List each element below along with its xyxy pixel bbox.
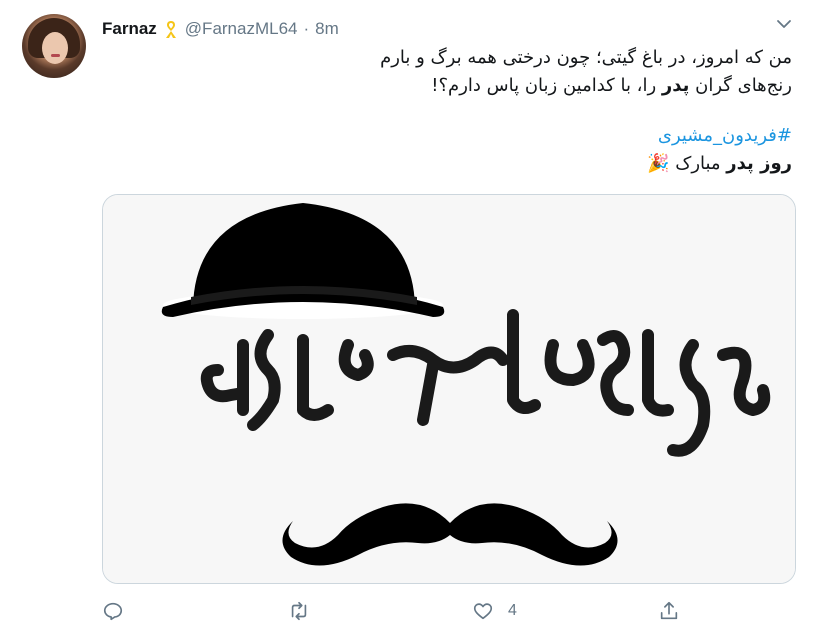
tweet-image[interactable]	[102, 194, 796, 584]
retweet-icon	[291, 601, 307, 621]
tweet[interactable]: Farnaz @FarnazML64 · 8m من که امروز، در …	[0, 0, 816, 639]
share-icon	[660, 601, 678, 620]
hashtag-link[interactable]: #فریدون_مشیری	[102, 122, 792, 150]
reply-button[interactable]	[102, 596, 124, 626]
tweet-text-line-2: رنج‌های گران پدر را، با کدامین زبان پاس …	[102, 72, 792, 100]
avatar-face	[42, 32, 68, 64]
share-button[interactable]	[658, 596, 680, 626]
tweet-timestamp[interactable]: 8m	[315, 19, 339, 39]
party-popper-icon: 🎉	[647, 153, 670, 174]
text-segment: رنج‌های گران	[689, 75, 792, 96]
like-count: 4	[508, 602, 517, 619]
fathers-day-illustration	[103, 195, 795, 583]
tweet-header: Farnaz @FarnazML64 · 8m	[102, 18, 339, 40]
yellow-ribbon-icon	[165, 21, 176, 38]
chevron-down-icon[interactable]	[776, 18, 792, 30]
text-bold-fathers-day: روز پدر	[726, 153, 792, 174]
reply-icon	[103, 602, 123, 621]
text-segment: مبارک	[669, 153, 727, 174]
tweet-text-line-4: روز پدر مبارک 🎉	[102, 150, 792, 178]
tweet-text-line-1: من که امروز، در باغ گیتی؛ چون درختی همه …	[380, 47, 792, 68]
avatar-lips	[51, 54, 60, 57]
like-button[interactable]: 4	[472, 596, 517, 626]
text-bold-father: پدر	[661, 75, 690, 96]
tweet-text: من که امروز، در باغ گیتی؛ چون درختی همه …	[102, 44, 792, 178]
avatar[interactable]	[22, 14, 86, 78]
author-handle[interactable]: @FarnazML64	[185, 19, 298, 39]
heart-icon	[473, 603, 493, 620]
separator-dot: ·	[303, 19, 310, 38]
tweet-actions: 4	[102, 596, 796, 626]
text-segment: را، با کدامین زبان پاس دارم؟!	[431, 75, 662, 96]
author-name[interactable]: Farnaz	[102, 19, 157, 39]
retweet-button[interactable]	[288, 596, 310, 626]
